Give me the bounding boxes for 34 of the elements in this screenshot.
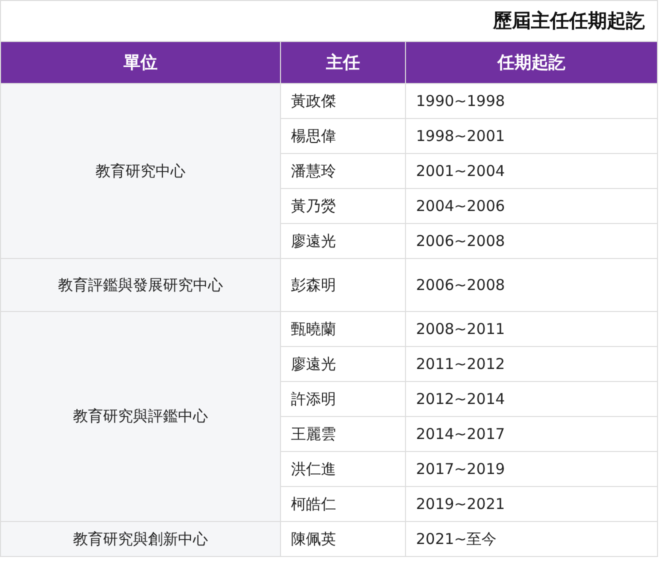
term-cell: 2011~2012 [406,346,658,382]
director-cell: 彭森明 [280,258,406,312]
director-cell: 黃政傑 [280,84,406,118]
unit-cell: 教育研究與創新中心 [0,522,280,556]
term-cell: 2021~至今 [406,522,658,556]
term-cell: 1990~1998 [406,84,658,118]
column-header: 主任 [280,42,406,84]
term-cell: 2004~2006 [406,188,658,224]
unit-cell: 教育評鑑與發展研究中心 [0,258,280,312]
director-cell: 王麗雲 [280,416,406,452]
director-cell: 甄曉蘭 [280,312,406,346]
column-header: 單位 [0,42,280,84]
term-cell: 2014~2017 [406,416,658,452]
term-cell: 2006~2008 [406,258,658,312]
director-cell: 潘慧玲 [280,154,406,188]
term-cell: 2001~2004 [406,154,658,188]
table-title: 歷屆主任任期起訖 [0,0,658,42]
term-cell: 2008~2011 [406,312,658,346]
director-cell: 陳佩英 [280,522,406,556]
director-cell: 廖遠光 [280,346,406,382]
unit-cell: 教育研究中心 [0,84,280,258]
director-cell: 黃乃熒 [280,188,406,224]
director-cell: 許添明 [280,382,406,416]
unit-cell: 教育研究與評鑑中心 [0,312,280,522]
director-cell: 柯皓仁 [280,486,406,522]
term-cell: 2017~2019 [406,452,658,486]
director-cell: 楊思偉 [280,118,406,154]
column-header: 任期起訖 [406,42,658,84]
term-cell: 2006~2008 [406,224,658,258]
director-cell: 廖遠光 [280,224,406,258]
term-cell: 2019~2021 [406,486,658,522]
term-cell: 1998~2001 [406,118,658,154]
director-cell: 洪仁進 [280,452,406,486]
term-cell: 2012~2014 [406,382,658,416]
